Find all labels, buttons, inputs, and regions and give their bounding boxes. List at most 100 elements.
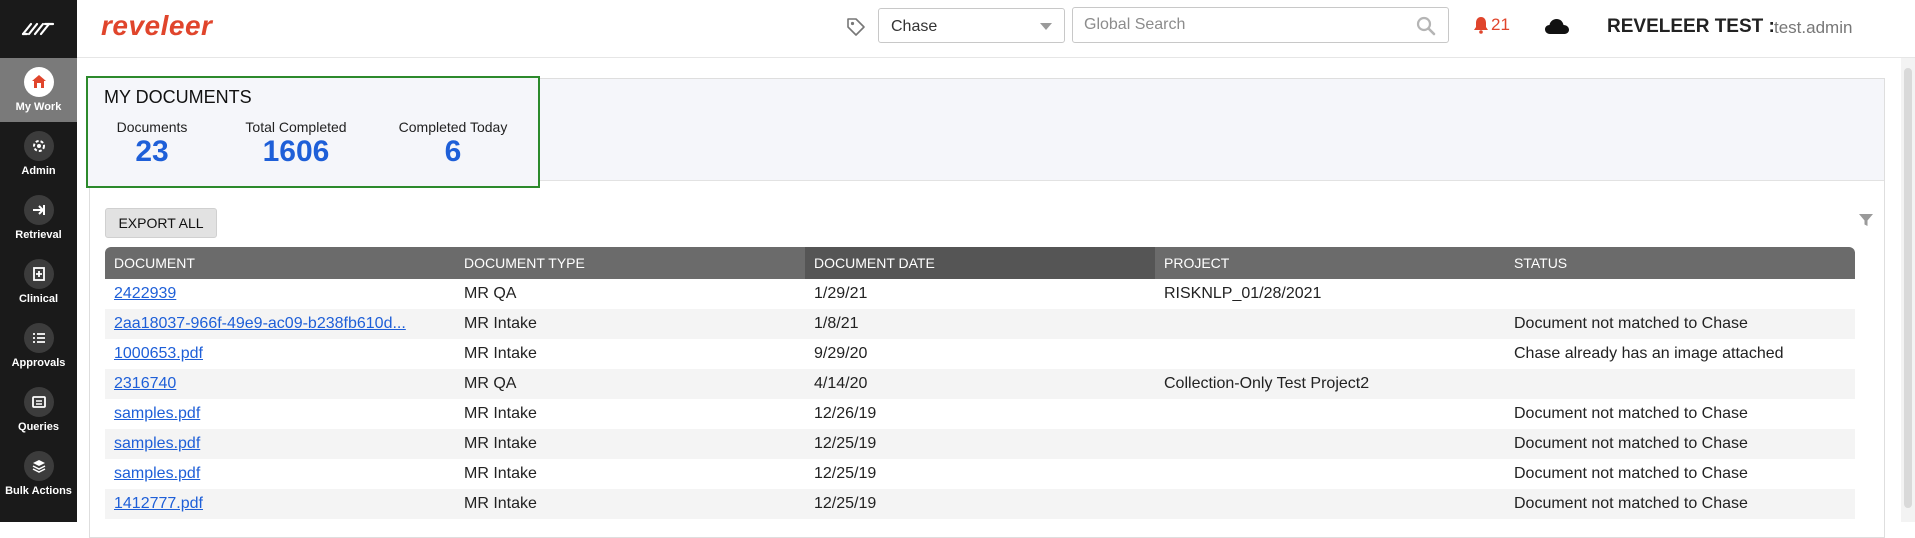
sidebar-item-admin[interactable]: Admin	[0, 122, 77, 186]
document-type-cell: MR QA	[464, 285, 517, 302]
document-type-cell: MR Intake	[464, 345, 537, 362]
scrollbar-thumb[interactable]	[1904, 68, 1912, 508]
sidebar-item-my-work[interactable]: My Work	[0, 58, 77, 122]
document-date-cell: 1/8/21	[814, 315, 859, 332]
document-date-cell: 4/14/20	[814, 375, 868, 392]
document-type-cell: MR Intake	[464, 405, 537, 422]
project-cell	[1155, 339, 1505, 369]
top-header: reveleer Chase 21 REVELEER TEST : test.a…	[77, 0, 1915, 58]
sidebar-item-label: Clinical	[18, 293, 59, 305]
sidebar-item-retrieval[interactable]: Retrieval	[0, 186, 77, 250]
summary-bar: MY DOCUMENTS Documents 23 Total Complete…	[86, 76, 1884, 188]
bell-icon	[1474, 17, 1488, 34]
grid-header: DOCUMENT DOCUMENT TYPE DOCUMENT DATE PRO…	[105, 247, 1855, 279]
metric-completed-today: Completed Today 6	[388, 119, 518, 169]
status-cell: Document not matched to Chase	[1514, 465, 1748, 482]
tag-icon[interactable]	[845, 16, 867, 38]
metric-value: 23	[135, 135, 169, 168]
metric-documents: Documents 23	[104, 119, 200, 169]
my-documents-summary: MY DOCUMENTS Documents 23 Total Complete…	[86, 76, 540, 188]
status-cell: Document not matched to Chase	[1514, 315, 1748, 332]
sidebar-item-approvals[interactable]: Approvals	[0, 314, 77, 378]
column-header-status[interactable]: STATUS	[1505, 247, 1855, 279]
sidebar-item-bulk-actions[interactable]: Bulk Actions	[0, 442, 77, 506]
sidebar-item-label: My Work	[15, 101, 62, 113]
document-date-cell: 12/25/19	[814, 465, 877, 482]
document-type-cell: MR Intake	[464, 435, 537, 452]
document-link[interactable]: 2422939	[105, 279, 455, 309]
sidebar-item-label: Approvals	[11, 357, 66, 369]
document-date-cell: 12/25/19	[814, 435, 877, 452]
user-menu[interactable]: test.admin	[1774, 18, 1852, 38]
filter-icon[interactable]	[1858, 212, 1874, 228]
app-logo[interactable]	[0, 0, 77, 58]
export-all-button[interactable]: EXPORT ALL	[105, 208, 217, 238]
notifications-button[interactable]: 21	[1473, 15, 1510, 35]
document-type-cell: MR Intake	[464, 495, 537, 512]
document-date-cell: 12/25/19	[814, 495, 877, 512]
chevron-down-icon	[1040, 23, 1052, 30]
global-search-input[interactable]	[1084, 16, 1404, 34]
cloud-icon[interactable]	[1544, 17, 1570, 35]
layers-icon	[23, 451, 54, 481]
document-link[interactable]: samples.pdf	[105, 429, 455, 459]
column-header-document[interactable]: DOCUMENT	[105, 247, 455, 279]
status-cell	[1505, 279, 1855, 309]
metric-label: Total Completed	[245, 119, 347, 135]
document-link[interactable]: 2aa18037-966f-49e9-ac09-b238fb610d...	[105, 309, 455, 339]
column-header-project[interactable]: PROJECT	[1155, 247, 1505, 279]
project-cell	[1155, 459, 1505, 489]
document-link[interactable]: 2316740	[105, 369, 455, 399]
metric-value: 1606	[262, 135, 330, 168]
chase-type-select[interactable]: Chase	[878, 8, 1065, 43]
status-cell: Document not matched to Chase	[1514, 435, 1748, 452]
document-date-cell: 9/29/20	[814, 345, 868, 362]
metric-label: Completed Today	[398, 119, 508, 135]
table-row[interactable]: 2316740 MR QA 4/14/20 Collection-Only Te…	[105, 369, 1855, 399]
document-type-cell: MR Intake	[464, 465, 537, 482]
project-cell	[1155, 429, 1505, 459]
search-icon[interactable]	[1416, 16, 1436, 36]
chase-type-select-value: Chase	[891, 18, 938, 35]
table-row[interactable]: 1000653.pdf MR Intake 9/29/20 Chase alre…	[105, 339, 1855, 369]
table-row[interactable]: 1412777.pdf MR Intake 12/25/19 Document …	[105, 489, 1855, 519]
metric-total-completed: Total Completed 1606	[221, 119, 371, 169]
sidebar-item-queries[interactable]: Queries	[0, 378, 77, 442]
vertical-scrollbar[interactable]	[1901, 58, 1915, 522]
project-cell: RISKNLP_01/28/2021	[1164, 285, 1322, 302]
sidebar-item-clinical[interactable]: Clinical	[0, 250, 77, 314]
home-icon	[23, 67, 54, 97]
gear-icon	[23, 131, 54, 161]
clinical-icon	[23, 259, 54, 289]
project-cell	[1155, 489, 1505, 519]
sidebar-item-label: Admin	[21, 165, 56, 177]
project-cell: Collection-Only Test Project2	[1164, 375, 1370, 392]
table-row[interactable]: samples.pdf MR Intake 12/25/19 Document …	[105, 429, 1855, 459]
summary-title: MY DOCUMENTS	[104, 87, 252, 107]
list-icon	[23, 323, 54, 353]
brand-logo[interactable]: reveleer	[101, 10, 212, 42]
column-header-document-type[interactable]: DOCUMENT TYPE	[455, 247, 805, 279]
status-cell: Document not matched to Chase	[1514, 495, 1748, 512]
column-header-document-date[interactable]: DOCUMENT DATE	[805, 247, 1155, 279]
sidebar: My Work Admin Retrieval Clinical Approva…	[0, 0, 77, 522]
document-date-cell: 1/29/21	[814, 285, 868, 302]
table-row[interactable]: 2422939 MR QA 1/29/21 RISKNLP_01/28/2021	[105, 279, 1855, 309]
organization-name: REVELEER TEST :	[1607, 16, 1775, 37]
document-link[interactable]: samples.pdf	[105, 399, 455, 429]
arrow-right-icon	[23, 195, 54, 225]
document-link[interactable]: samples.pdf	[105, 459, 455, 489]
document-type-cell: MR QA	[464, 375, 517, 392]
table-row[interactable]: samples.pdf MR Intake 12/26/19 Document …	[105, 399, 1855, 429]
table-row[interactable]: samples.pdf MR Intake 12/25/19 Document …	[105, 459, 1855, 489]
sidebar-item-label: Retrieval	[15, 229, 62, 241]
table-row[interactable]: 2aa18037-966f-49e9-ac09-b238fb610d... MR…	[105, 309, 1855, 339]
document-link[interactable]: 1000653.pdf	[105, 339, 455, 369]
document-link[interactable]: 1412777.pdf	[105, 489, 455, 519]
status-cell: Chase already has an image attached	[1514, 345, 1784, 362]
global-search[interactable]	[1072, 7, 1449, 43]
notification-count: 21	[1491, 15, 1510, 34]
queries-icon	[23, 387, 54, 417]
logo-icon	[21, 22, 54, 36]
document-type-cell: MR Intake	[464, 315, 537, 332]
